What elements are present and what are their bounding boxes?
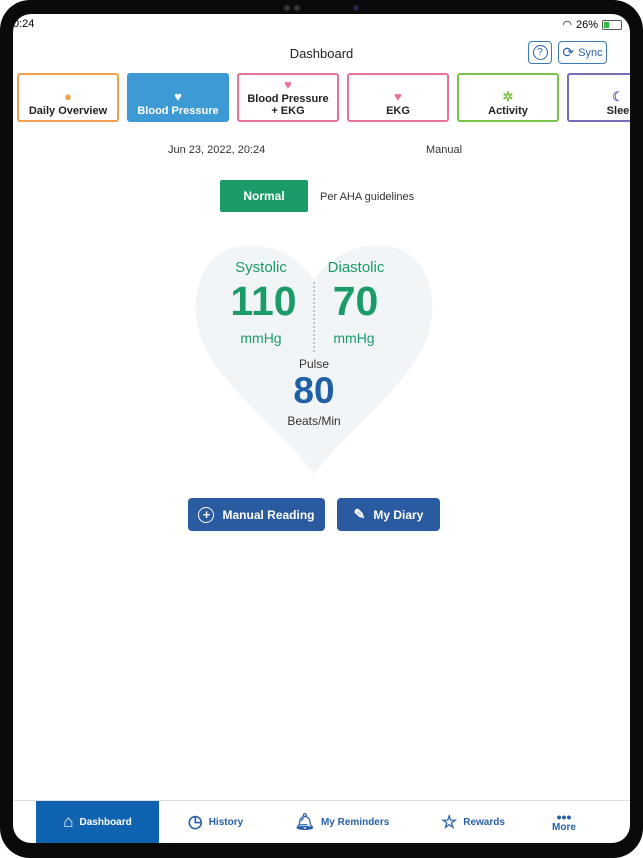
diastolic-label: Diastolic — [327, 259, 385, 276]
bottom-nav: ⌂ Dashboard ◷ History 🔔︎ My Reminders ☆ Rewa… — [13, 800, 630, 843]
plus-circle-icon: + — [198, 506, 215, 523]
tab-label: Daily Overview — [28, 105, 108, 117]
guideline-text: Per AHA guidelines — [320, 191, 415, 203]
status-bar: 0:24 ◠ 26% — [13, 18, 630, 34]
tab-blood-pressure-ekg[interactable]: ♥ Blood Pressure + EKG — [237, 73, 339, 122]
heart-icon: ♥ — [174, 89, 182, 104]
nav-dashboard[interactable]: ⌂ Dashboard — [36, 801, 159, 843]
manual-reading-label: Manual Reading — [222, 507, 315, 522]
systolic-value: 110 — [230, 278, 297, 324]
edit-icon: ✎ — [353, 506, 366, 522]
my-diary-button[interactable]: ✎ My Diary — [337, 498, 440, 531]
tab-label: EKG — [386, 105, 410, 117]
sensor-icon — [294, 5, 300, 11]
status-badge: Normal — [220, 180, 308, 212]
home-icon: ⌂ — [63, 812, 74, 831]
moon-icon: ☾ — [612, 89, 624, 104]
tab-label: Blood Pressure — [137, 105, 219, 117]
manual-reading-button[interactable]: + Manual Reading — [188, 498, 325, 531]
reading-datetime: Jun 23, 2022, 20:24 — [168, 144, 266, 156]
wifi-icon: ◠ — [562, 19, 572, 31]
tab-label: Activity — [488, 105, 528, 117]
camera-icon — [353, 5, 359, 11]
more-dots-icon: ••• — [556, 808, 572, 825]
clock: 0:24 — [13, 18, 35, 30]
nav-label: History — [208, 816, 244, 828]
heart-ekg-icon: ♥ — [284, 77, 292, 92]
battery-percent: 26% — [575, 18, 598, 31]
tab-label: Slee — [606, 105, 630, 117]
tab-daily-overview[interactable]: ● Daily Overview — [17, 73, 119, 122]
sync-button[interactable]: ⟳ Sync — [558, 41, 607, 64]
nav-history[interactable]: ◷ History — [159, 801, 272, 843]
heart-ekg-icon: ♥ — [394, 89, 402, 104]
tab-activity[interactable]: ✲ Activity — [457, 73, 559, 122]
my-diary-label: My Diary — [373, 507, 424, 522]
diastolic-unit: mmHg — [333, 330, 375, 346]
nav-label: My Reminders — [320, 816, 390, 828]
sensor-icon — [284, 5, 290, 11]
help-button[interactable]: ? — [528, 41, 552, 64]
tab-label: Blood Pressure — [247, 93, 329, 105]
nav-label: Rewards — [463, 816, 505, 828]
tab-sleep[interactable]: ☾ Slee — [567, 73, 630, 122]
nav-more[interactable]: ••• More — [534, 801, 594, 843]
tab-ekg[interactable]: ♥ EKG — [347, 73, 449, 122]
person-icon: ● — [64, 89, 72, 104]
nav-my-reminders[interactable]: 🔔︎ My Reminders — [272, 801, 412, 843]
reading-source: Manual — [426, 144, 463, 156]
systolic-unit: mmHg — [240, 330, 282, 346]
star-icon: ☆ — [441, 811, 458, 832]
tab-blood-pressure[interactable]: ♥ Blood Pressure — [127, 73, 229, 122]
battery-icon — [602, 19, 622, 30]
question-circle-icon: ? — [532, 45, 548, 60]
sync-label: Sync — [578, 46, 603, 59]
pulse-unit: Beats/Min — [287, 414, 341, 428]
bell-icon: 🔔︎ — [294, 814, 315, 831]
runner-icon: ✲ — [502, 89, 514, 104]
diastolic-value: 70 — [332, 278, 379, 324]
systolic-label: Systolic — [235, 259, 287, 276]
tab-label: + EKG — [271, 105, 305, 117]
pulse-label: Pulse — [298, 357, 330, 371]
nav-label: More — [552, 821, 576, 833]
category-tabs: ● Daily Overview ♥ Blood Pressure ♥ Blood P… — [17, 73, 630, 122]
clock-icon: ◷ — [187, 812, 203, 831]
nav-label: Dashboard — [79, 816, 132, 828]
screen: 0:24 ◠ 26% Dashboard ? ⟳ Sync ● Daily Overv… — [13, 14, 630, 843]
sync-icon: ⟳ — [562, 44, 575, 60]
pulse-value: 80 — [293, 370, 335, 411]
nav-rewards[interactable]: ☆ Rewards — [412, 801, 534, 843]
